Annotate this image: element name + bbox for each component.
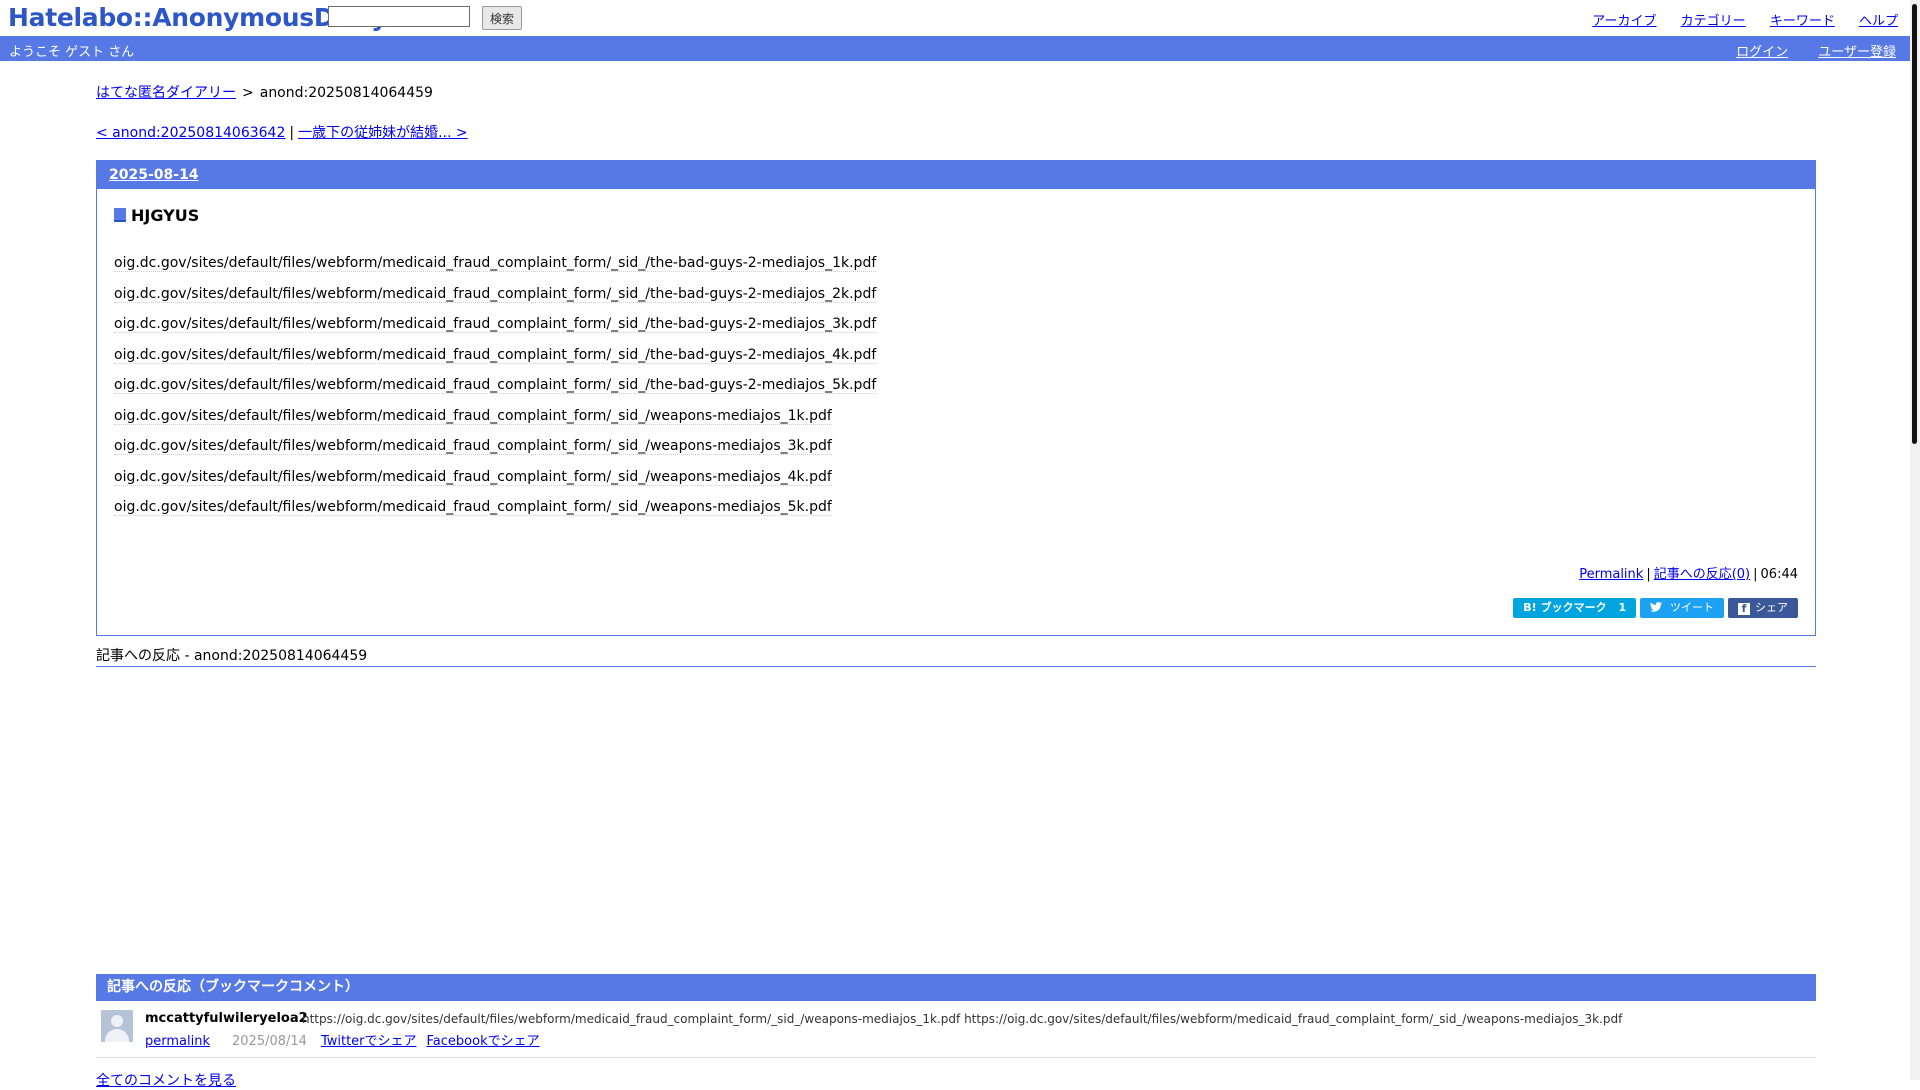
entry-line-text: oig.dc.gov/sites/default/files/webform/m…	[114, 407, 832, 425]
pager-separator: |	[289, 125, 295, 141]
top-nav: アーカイブ カテゴリー キーワード ヘルプ	[1572, 10, 1898, 29]
share-buttons: B! ブックマーク 1 ツイート f シェア	[1509, 598, 1798, 618]
user-avatar-icon[interactable]	[101, 1010, 133, 1042]
search-button[interactable]: 検索	[482, 6, 522, 30]
login-link[interactable]: ログイン	[1736, 45, 1788, 60]
search-input[interactable]	[328, 6, 470, 27]
entry-line: oig.dc.gov/sites/default/files/webform/m…	[114, 436, 876, 467]
bookmark-comments-section: 記事への反応（ブックマークコメント） mccattyfulwileryeloa2…	[96, 974, 1816, 1058]
breadcrumb-separator: >	[242, 85, 254, 101]
register-link[interactable]: ユーザー登録	[1818, 45, 1896, 60]
nav-help-link[interactable]: ヘルプ	[1859, 14, 1898, 29]
entry-line: oig.dc.gov/sites/default/files/webform/m…	[114, 314, 877, 345]
entry-title: HJGYUS	[114, 206, 199, 225]
twitter-bird-icon	[1650, 601, 1666, 614]
footer-separator: |	[1753, 567, 1758, 582]
bookmark-comment: mccattyfulwileryeloa2 https://oig.dc.gov…	[96, 1001, 1816, 1058]
reactions-link[interactable]: 記事への反応(0)	[1654, 567, 1750, 582]
footer-separator: |	[1646, 567, 1651, 582]
bookmark-comments-heading: 記事への反応（ブックマークコメント）	[96, 974, 1816, 1001]
entry-line-text: oig.dc.gov/sites/default/files/webform/m…	[114, 377, 877, 394]
entry-line-text: oig.dc.gov/sites/default/files/webform/m…	[114, 346, 877, 364]
entry-line: oig.dc.gov/sites/default/files/webform/m…	[114, 497, 876, 528]
breadcrumb-current: anond:20250814064459	[259, 85, 433, 101]
reactions-heading: 記事への反応 - anond:20250814064459	[96, 645, 1816, 667]
entry-line-text: oig.dc.gov/sites/default/files/webform/m…	[114, 316, 877, 333]
entry-time: 06:44	[1760, 567, 1798, 582]
bookmark-comment-text: https://oig.dc.gov/sites/default/files/w…	[302, 1012, 1623, 1026]
permalink-link[interactable]: Permalink	[1579, 567, 1643, 582]
entry-title-text: HJGYUS	[131, 206, 200, 225]
scrollbar-thumb[interactable]	[1912, 4, 1917, 444]
next-entry-link[interactable]: 一歳下の従姉妹が結婚... >	[298, 125, 468, 141]
entry-date[interactable]: 2025-08-14	[109, 167, 199, 183]
facebook-icon: f	[1738, 603, 1750, 615]
entry-line-text: oig.dc.gov/sites/default/files/webform/m…	[114, 468, 832, 486]
nav-archive-link[interactable]: アーカイブ	[1592, 14, 1656, 29]
day-header: 2025-08-14	[97, 161, 1815, 189]
facebook-share-button[interactable]: f シェア	[1728, 598, 1798, 618]
bookmark-date: 2025/08/14	[232, 1034, 307, 1049]
bookmark-facebook-share-link[interactable]: Facebookでシェア	[427, 1034, 540, 1049]
nav-category-link[interactable]: カテゴリー	[1681, 14, 1746, 29]
all-comments-link[interactable]: 全てのコメントを見る	[96, 1070, 236, 1090]
entry-footer: Permalink | 記事への反応(0) | 06:44	[1579, 563, 1798, 582]
hatena-bookmark-icon: B!	[1523, 601, 1537, 614]
breadcrumb-home-link[interactable]: はてな匿名ダイアリー	[96, 85, 236, 101]
bookmark-comment-meta: permalink 2025/08/14 Twitterでシェア Facebookでシ…	[145, 1030, 550, 1049]
entry-line: oig.dc.gov/sites/default/files/webform/m…	[114, 406, 876, 437]
tweet-label: ツイート	[1670, 601, 1714, 614]
bookmark-label: ブックマーク	[1540, 601, 1607, 614]
entry-marker-icon	[114, 208, 126, 222]
entry-line: oig.dc.gov/sites/default/files/webform/m…	[114, 253, 877, 284]
bookmark-twitter-share-link[interactable]: Twitterでシェア	[321, 1034, 417, 1049]
entry-line-text: oig.dc.gov/sites/default/files/webform/m…	[114, 499, 832, 516]
site-header: Hatelabo::AnonymousDiary 検索 アーカイブ カテゴリー …	[0, 0, 1910, 36]
entry-line: oig.dc.gov/sites/default/files/webform/m…	[114, 284, 877, 315]
breadcrumb: はてな匿名ダイアリー > anond:20250814064459	[96, 82, 433, 102]
bookmark-username[interactable]: mccattyfulwileryeloa2	[145, 1011, 308, 1026]
entry-body: oig.dc.gov/sites/default/files/webform/m…	[114, 253, 877, 528]
user-bar: ようこそ ゲスト さん ログイン ユーザー登録	[0, 36, 1910, 61]
entry-line: oig.dc.gov/sites/default/files/webform/m…	[114, 467, 876, 498]
entry-pager: < anond:20250814063642 | 一歳下の従姉妹が結婚... >	[96, 122, 468, 142]
entry-line-text: oig.dc.gov/sites/default/files/webform/m…	[114, 285, 877, 303]
bookmark-count: 1	[1618, 601, 1627, 614]
welcome-text: ようこそ ゲスト さん	[9, 45, 135, 60]
nav-keyword-link[interactable]: キーワード	[1770, 14, 1835, 29]
bookmark-permalink[interactable]: permalink	[145, 1034, 210, 1049]
user-links: ログイン ユーザー登録	[1710, 41, 1896, 60]
entry-line-text: oig.dc.gov/sites/default/files/webform/m…	[114, 255, 877, 272]
facebook-share-label: シェア	[1755, 601, 1788, 614]
tweet-button[interactable]: ツイート	[1640, 598, 1724, 618]
entry-line: oig.dc.gov/sites/default/files/webform/m…	[114, 375, 877, 406]
page-scrollbar[interactable]	[1910, 0, 1920, 1080]
prev-entry-link[interactable]: < anond:20250814063642	[96, 125, 285, 141]
diary-entry: 2025-08-14 HJGYUS oig.dc.gov/sites/defau…	[96, 160, 1816, 636]
hatena-bookmark-button[interactable]: B! ブックマーク 1	[1513, 598, 1637, 618]
entry-line: oig.dc.gov/sites/default/files/webform/m…	[114, 345, 877, 376]
entry-line-text: oig.dc.gov/sites/default/files/webform/m…	[114, 438, 832, 455]
